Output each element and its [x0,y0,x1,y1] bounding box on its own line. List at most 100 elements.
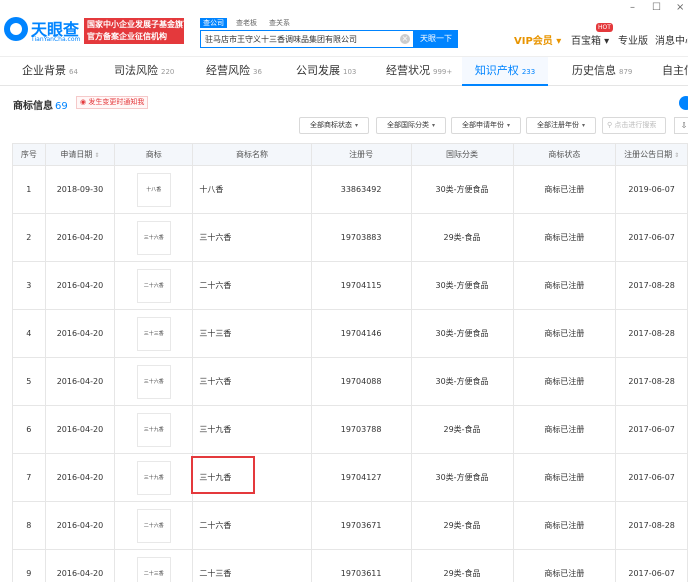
cell-pub-date: 2017-06-07 [615,549,688,582]
cell-category: 29类-食品 [410,405,514,454]
cell-category: 29类-食品 [410,501,514,550]
change-notify-button[interactable]: ◉ 发生变更时通知我 [76,96,149,109]
cell-reg-no: 33863492 [310,165,412,214]
section-title: 商标信息 69 [13,97,68,112]
vip-dropdown-icon: ▾ [552,36,562,47]
tab-company-development[interactable]: 公司发展 103 [296,57,356,86]
cell-pub-date: 2019-06-07 [615,165,688,214]
cell-reg-no: 19704088 [310,357,412,406]
sort-icon: ⇕ [94,152,100,159]
trademark-image[interactable]: 十八香 [136,172,171,207]
main-nav: 企业背景 64 司法风险 220 经营风险 36 公司发展 103 经营状况 999+ 知… [0,56,688,86]
close-window-icon[interactable]: × [676,2,684,13]
cell-name[interactable]: 十八香 [192,165,312,214]
search-tab-boss[interactable]: 查老板 [233,18,260,28]
search-tab-relation[interactable]: 查关系 [266,18,293,28]
filter-category-select[interactable]: 全部国际分类 ▾ [376,117,446,134]
cell-logo: 三十九香 [114,405,194,454]
cell-status: 商标已注册 [512,453,617,502]
cell-status: 商标已注册 [512,405,617,454]
cell-index: 8 [12,501,46,550]
filter-apply-year-select[interactable]: 全部申请年份 ▾ [451,117,521,134]
filter-register-year-label: 全部注册年份 [536,121,579,129]
table-search-input[interactable]: ⚲ 点击进行搜索 [602,117,666,134]
tab-judicial-risk[interactable]: 司法风险 220 [114,57,174,86]
cell-name[interactable]: 二十六香 [192,501,312,550]
col-header-pub-date[interactable]: 注册公告日期 ⇕ [615,143,688,166]
tab-count: 64 [69,68,78,76]
tab-label: 企业背景 [22,64,66,77]
cell-name[interactable]: 三十九香 [192,405,312,454]
cell-name[interactable]: 二十三香 [192,549,312,582]
tab-label: 自主信息 [662,64,688,77]
tab-label: 经营风险 [206,64,250,77]
download-icon: ⇩ [680,121,688,130]
table-row: 6 2016-04-20 三十九香 三十九香 19703788 29类-食品 商标已注册 20… [12,405,688,454]
tab-self-info[interactable]: 自主信息 [662,57,688,86]
cell-category: 30类-方便食品 [410,165,514,214]
export-button[interactable]: ⇩ [674,117,688,134]
tab-label: 经营状况 [386,64,430,77]
trademark-image[interactable]: 二十三香 [136,556,171,582]
cell-apply-date: 2016-04-20 [44,453,116,502]
minimize-icon[interactable]: – [630,2,635,13]
filter-category-label: 全部国际分类 [386,121,429,129]
trademark-image[interactable]: 二十六香 [136,508,171,543]
col-header-apply-date[interactable]: 申请日期 ⇕ [44,143,116,166]
table-header-row: 序号 申请日期 ⇕ 商标 商标名称 注册号 国际分类 商标状态 注册公告日期 ⇕ [12,143,688,166]
help-icon[interactable] [679,96,688,110]
table-row: 1 2018-09-30 十八香 十八香 33863492 30类-方便食品 商标已注册 20… [12,165,688,214]
tab-company-background[interactable]: 企业背景 64 [22,57,78,86]
cell-reg-no: 19703788 [310,405,412,454]
trademark-image[interactable]: 三十六香 [136,220,171,255]
toolbox-dropdown-icon: ▾ [601,36,610,47]
filter-register-year-select[interactable]: 全部注册年份 ▾ [526,117,596,134]
cell-name[interactable]: 三十六香 [192,357,312,406]
tab-business-status[interactable]: 经营状况 999+ [386,57,452,86]
cell-status: 商标已注册 [512,261,617,310]
promo-banner[interactable]: 国家中小企业发展子基金旗下 官方备案企业征信机构 [84,18,184,44]
cell-pub-date: 2017-08-28 [615,261,688,310]
search-button[interactable]: 天眼一下 [414,30,458,48]
tab-history[interactable]: 历史信息 879 [572,57,632,86]
highlight-box [191,456,255,494]
cell-category: 29类-食品 [410,213,514,262]
trademark-image[interactable]: 二十六香 [136,268,171,303]
cell-index: 4 [12,309,46,358]
cell-apply-date: 2016-04-20 [44,549,116,582]
col-header-category: 国际分类 [410,143,514,166]
cell-reg-no: 19704115 [310,261,412,310]
filter-status-select[interactable]: 全部商标状态 ▾ [299,117,369,134]
tab-intellectual-property[interactable]: 知识产权 233 [462,57,548,86]
cell-logo: 三十六香 [114,357,194,406]
tab-operating-risk[interactable]: 经营风险 36 [206,57,262,86]
vip-member-link[interactable]: VIP会员 ▾ [514,32,561,47]
table-row: 4 2016-04-20 三十三香 三十三香 19704146 30类-方便食品 商标已注册… [12,309,688,358]
search-tab-company[interactable]: 查公司 [200,18,227,28]
tab-count: 999+ [433,68,453,76]
cell-reg-no: 19703883 [310,213,412,262]
cell-name[interactable]: 三十三香 [192,309,312,358]
logo[interactable]: 天眼查 TianYanCha.com [4,16,80,46]
trademark-image[interactable]: 三十三香 [136,316,171,351]
col-header-name: 商标名称 [192,143,312,166]
clear-search-icon[interactable]: × [400,34,410,44]
cell-name[interactable]: 三十六香 [192,213,312,262]
cell-index: 7 [12,453,46,502]
maximize-icon[interactable]: ☐ [652,2,661,13]
tab-label: 历史信息 [572,64,616,77]
cell-pub-date: 2017-08-28 [615,357,688,406]
trademark-image[interactable]: 三十九香 [136,460,171,495]
tab-label: 公司发展 [296,64,340,77]
message-center-link[interactable]: 消息中心 [655,32,688,47]
toolbox-link[interactable]: 百宝箱 ▾ [571,32,609,47]
cell-name[interactable]: 二十六香 [192,261,312,310]
cell-logo: 二十六香 [114,261,194,310]
trademark-image[interactable]: 三十六香 [136,364,171,399]
cell-apply-date: 2016-04-20 [44,357,116,406]
search-input[interactable]: 驻马店市王守义十三香调味品集团有限公司 [200,30,414,48]
toolbox-label: 百宝箱 [571,36,601,47]
trademark-image[interactable]: 三十九香 [136,412,171,447]
pro-version-link[interactable]: 专业版 [618,32,648,47]
cell-status: 商标已注册 [512,357,617,406]
